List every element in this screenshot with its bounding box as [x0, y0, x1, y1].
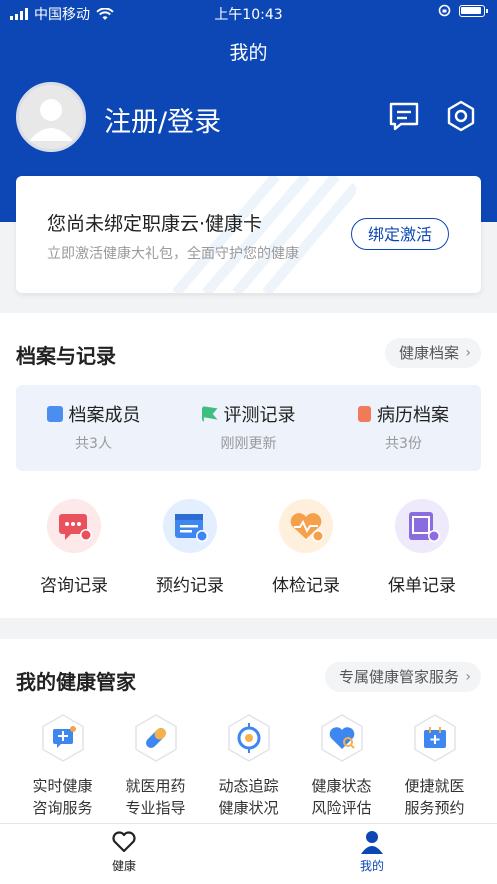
records-section-title: 档案与记录: [16, 344, 116, 368]
quick-consult-records[interactable]: 咨询记录: [16, 499, 132, 596]
chat-icon: [59, 514, 92, 541]
medical-booking-hex-icon: [413, 714, 456, 762]
line1: 动态追踪: [218, 777, 279, 795]
summary-label: 档案成员: [68, 405, 141, 426]
line1: 实时健康: [32, 777, 93, 795]
default-user-icon: [29, 99, 73, 141]
line1: 便捷就医: [404, 777, 465, 795]
summary-value: 刚刚更新: [220, 436, 277, 452]
records-section: 档案与记录 健康档案 › 档案成员 共3人 评测记录 刚刚更新 病历档案 共3份…: [0, 313, 497, 618]
line1: 健康状态: [311, 777, 372, 795]
line1: 就医用药: [125, 777, 186, 795]
steward-service-link[interactable]: 专属健康管家服务 ›: [324, 662, 481, 692]
avatar[interactable]: [16, 82, 86, 152]
card-title: 您尚未绑定职康云·健康卡: [47, 213, 263, 235]
line2: 咨询服务: [32, 799, 93, 817]
steward-section-title: 我的健康管家: [16, 670, 136, 694]
message-icon[interactable]: [387, 99, 421, 133]
bind-activate-button[interactable]: 绑定激活: [351, 218, 449, 250]
heart-pulse-icon: [290, 513, 324, 542]
page-title: 我的: [229, 42, 268, 64]
tracking-hex-icon: [227, 714, 270, 762]
pulse-icon: [46, 406, 63, 422]
summary-value: 共3份: [385, 436, 422, 452]
tab-mine[interactable]: 我的: [332, 830, 412, 874]
user-icon: [361, 831, 383, 854]
policy-icon: [409, 512, 440, 542]
bottom-tab-bar: 健康 我的: [0, 823, 497, 884]
status-bar: 中国移动 上午10:43: [0, 0, 497, 26]
quick-label: 保单记录: [388, 576, 456, 596]
steward-service-link-label: 专属健康管家服务: [338, 668, 459, 686]
steward-item-label: 就医用药 专业指导: [109, 775, 202, 819]
line2: 专业指导: [125, 799, 186, 817]
steward-item-label: 便捷就医 服务预约: [388, 775, 481, 819]
steward-item[interactable]: 便捷就医 服务预约: [388, 713, 481, 819]
steward-item[interactable]: 动态追踪 健康状况: [202, 713, 295, 819]
settings-icon[interactable]: [444, 99, 478, 133]
line2: 风险评估: [311, 799, 372, 817]
card-subtitle: 立即激活健康大礼包，全面守护您的健康: [47, 246, 299, 262]
tab-health[interactable]: 健康: [84, 830, 164, 874]
health-archive-link-label: 健康档案: [398, 344, 459, 362]
quick-label: 咨询记录: [40, 576, 108, 596]
chevron-right-icon: ›: [465, 345, 471, 361]
status-time: 上午10:43: [214, 7, 283, 23]
health-archive-link[interactable]: 健康档案 ›: [384, 338, 481, 368]
steward-item-label: 健康状态 风险评估: [295, 775, 388, 819]
battery-icon: [459, 4, 488, 17]
risk-hex-icon: [320, 714, 363, 762]
document-icon: [358, 406, 371, 422]
heart-icon: [112, 831, 136, 853]
line2: 健康状况: [218, 799, 279, 817]
steward-item-label: 动态追踪 健康状况: [202, 775, 295, 819]
tab-label: 我的: [359, 859, 384, 873]
summary-label: 病历档案: [377, 405, 449, 426]
login-link[interactable]: 注册/登录: [104, 100, 221, 139]
summary-members[interactable]: 档案成员 共3人: [16, 401, 171, 453]
summary-medical-records[interactable]: 病历档案 共3份: [326, 401, 481, 453]
summary-label: 评测记录: [223, 405, 296, 426]
quick-label: 预约记录: [156, 576, 224, 596]
steward-item[interactable]: 健康状态 风险评估: [295, 713, 388, 819]
consult-hex-icon: [41, 714, 84, 762]
summary-assessments[interactable]: 评测记录 刚刚更新: [171, 401, 326, 453]
quick-appointment-records[interactable]: 预约记录: [132, 499, 248, 596]
flag-icon: [201, 406, 218, 422]
quick-policy-records[interactable]: 保单记录: [364, 499, 480, 596]
rotation-lock-icon: [438, 4, 451, 17]
pill-hex-icon: [134, 714, 177, 762]
quick-label: 体检记录: [272, 576, 340, 596]
chevron-right-icon: ›: [465, 669, 471, 685]
line2: 服务预约: [404, 799, 465, 817]
steward-item[interactable]: 实时健康 咨询服务: [16, 713, 109, 819]
records-summary: 档案成员 共3人 评测记录 刚刚更新 病历档案 共3份: [16, 385, 481, 471]
calendar-icon: [175, 514, 208, 542]
steward-item[interactable]: 就医用药 专业指导: [109, 713, 202, 819]
steward-section: 我的健康管家 专属健康管家服务 › 实时健康咨询服务 就医用药专业指导 动态追踪…: [0, 639, 497, 823]
steward-item-label: 实时健康 咨询服务: [16, 775, 109, 819]
tab-label: 健康: [111, 859, 136, 873]
quick-checkup-records[interactable]: 体检记录: [248, 499, 364, 596]
summary-value: 共3人: [75, 436, 112, 452]
health-card-banner[interactable]: 您尚未绑定职康云·健康卡 立即激活健康大礼包，全面守护您的健康 绑定激活: [16, 176, 481, 293]
